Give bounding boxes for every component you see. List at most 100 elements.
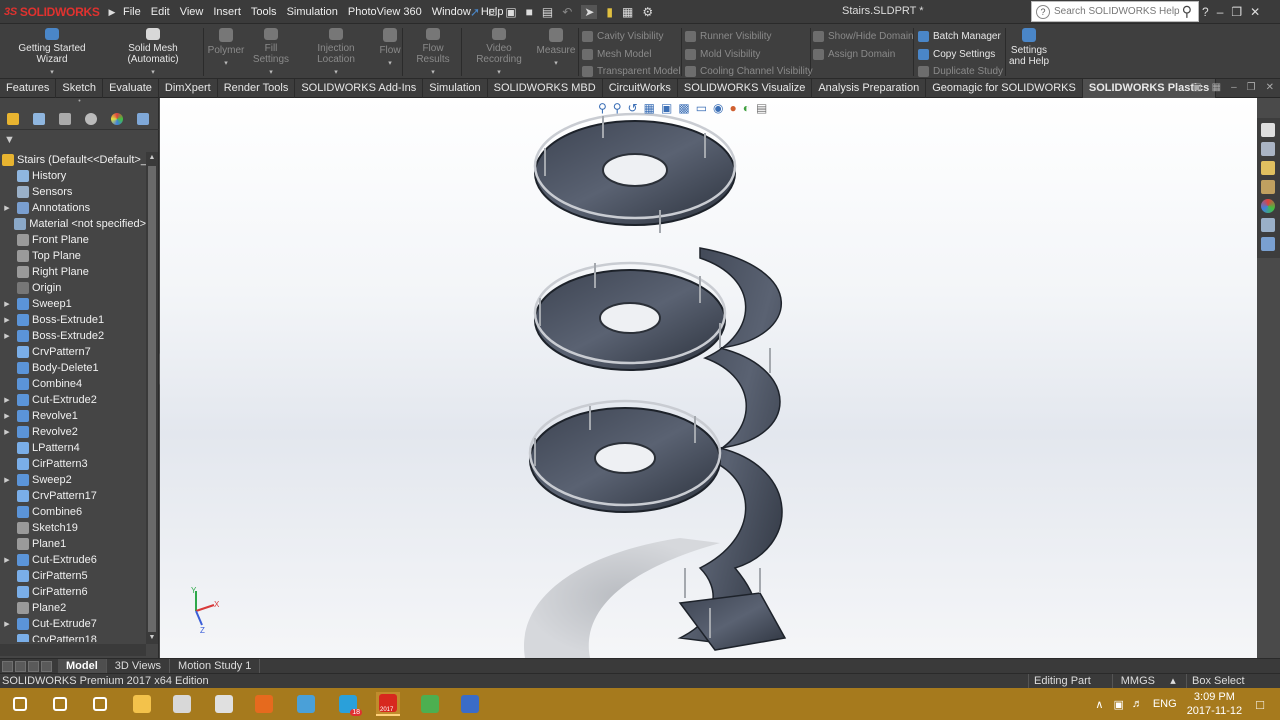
cm-button-measure[interactable]: Measure ▾: [537, 28, 575, 76]
network-icon[interactable]: ▣: [1113, 698, 1123, 711]
cm-button-cavity-visibility[interactable]: Cavity Visibility: [582, 28, 664, 44]
file-properties-icon[interactable]: ▦: [622, 5, 633, 19]
tree-item-cirpattern6[interactable]: CirPattern6: [0, 584, 146, 600]
search-icon[interactable]: ⚲: [1182, 3, 1192, 20]
menu-file[interactable]: File: [118, 6, 146, 18]
tree-item-sensors[interactable]: Sensors: [0, 184, 146, 200]
menu-edit[interactable]: Edit: [146, 6, 175, 18]
tree-item-history[interactable]: History: [0, 168, 146, 184]
dropdown-arrow-icon[interactable]: ▾: [50, 68, 54, 76]
dropdown-arrow-icon[interactable]: ▾: [497, 68, 501, 76]
cm-button-flow-results[interactable]: Flow Results ▾: [405, 28, 461, 76]
unit-system-selector[interactable]: MMGS: [1112, 674, 1160, 689]
tree-item-boss-extrude2[interactable]: ▶ Boss-Extrude2: [0, 328, 146, 344]
view-orientation-icon[interactable]: ▩: [678, 101, 689, 115]
solidworks-logo[interactable]: 3S SOLIDWORKS ▶: [4, 3, 115, 21]
cm-button-assign-domain[interactable]: Assign Domain: [813, 46, 895, 62]
previous-view-icon[interactable]: ↺: [628, 101, 638, 115]
tree-item-combine6[interactable]: Combine6: [0, 504, 146, 520]
select-arrow-icon[interactable]: ➤: [581, 5, 598, 19]
tree-item-plane2[interactable]: Plane2: [0, 600, 146, 616]
apply-scene-icon[interactable]: ◐: [743, 101, 750, 115]
minimize-icon[interactable]: –: [1217, 5, 1224, 19]
view-settings-icon[interactable]: ▤: [756, 101, 767, 115]
cm-button-getting-started-wizard[interactable]: Getting Started Wizard ▾: [2, 28, 102, 76]
next-tab-icon[interactable]: [28, 660, 39, 672]
firefox-icon[interactable]: [252, 692, 276, 716]
section-view-icon[interactable]: ▦: [644, 101, 655, 115]
cm-button-cooling-channel-visibility[interactable]: Cooling Channel Visibility: [685, 63, 813, 79]
tray-expand-icon[interactable]: ∧: [1095, 698, 1103, 711]
tab-evaluate[interactable]: Evaluate: [103, 79, 159, 98]
expand-arrow-icon[interactable]: ▶: [2, 300, 12, 308]
bottom-tab-motion-study-1[interactable]: Motion Study 1: [170, 658, 261, 674]
menu-photoview-360[interactable]: PhotoView 360: [343, 6, 427, 18]
tree-item-crvpattern17[interactable]: CrvPattern17: [0, 488, 146, 504]
selection-mode-status[interactable]: Box Select: [1186, 674, 1280, 689]
solidworks-icon[interactable]: 2017: [376, 692, 400, 716]
expand-arrow-icon[interactable]: ▶: [2, 476, 12, 484]
help-menu-icon[interactable]: ?: [1202, 5, 1209, 19]
file-explorer-pane-icon[interactable]: [1261, 180, 1275, 194]
dropdown-arrow-icon[interactable]: ▾: [334, 68, 338, 76]
help-search-box[interactable]: ? Search SOLIDWORKS Help ⚲: [1031, 1, 1199, 22]
tree-item-sweep2[interactable]: ▶ Sweep2: [0, 472, 146, 488]
logo-menu-arrow-icon[interactable]: ▶: [109, 7, 116, 18]
feature-manager-tab[interactable]: [0, 109, 26, 129]
close-icon[interactable]: ✕: [1250, 5, 1260, 19]
photos-icon[interactable]: [294, 692, 318, 716]
task-view-icon[interactable]: [88, 692, 112, 716]
cm-button-video-recording[interactable]: Video Recording ▾: [463, 28, 535, 76]
zoom-area-icon[interactable]: ⚲: [613, 101, 622, 115]
tree-item-crvpattern7[interactable]: CrvPattern7: [0, 344, 146, 360]
home-icon[interactable]: [1261, 123, 1275, 137]
dropdown-arrow-icon[interactable]: ▾: [554, 59, 558, 67]
cm-button-solid-mesh-automatic-[interactable]: Solid Mesh (Automatic) ▾: [103, 28, 203, 76]
tree-item-origin[interactable]: Origin: [0, 280, 146, 296]
tab-simulation[interactable]: Simulation: [423, 79, 488, 98]
minimize-doc-icon[interactable]: –: [1231, 82, 1237, 93]
cm-button-show-hide-domain[interactable]: Show/Hide Domain: [813, 28, 914, 44]
expand-arrow-icon[interactable]: ▶: [2, 620, 12, 628]
tab-circuitworks[interactable]: CircuitWorks: [603, 79, 678, 98]
tree-item-combine4[interactable]: Combine4: [0, 376, 146, 392]
cm-button-runner-visibility[interactable]: Runner Visibility: [685, 28, 772, 44]
view-icon[interactable]: ▦: [1212, 82, 1221, 93]
tree-item-cut-extrude2[interactable]: ▶ Cut-Extrude2: [0, 392, 146, 408]
custom-properties-icon[interactable]: [1261, 218, 1275, 232]
volume-icon[interactable]: ♬: [1132, 698, 1143, 710]
property-manager-tab[interactable]: [26, 109, 52, 129]
tree-item-plane1[interactable]: Plane1: [0, 536, 146, 552]
tab-geomagic-for-solidworks[interactable]: Geomagic for SOLIDWORKS: [926, 79, 1083, 98]
cm-button-mold-visibility[interactable]: Mold Visibility: [685, 46, 760, 62]
dropdown-arrow-icon[interactable]: ▾: [431, 68, 435, 76]
appearances-icon[interactable]: [1261, 199, 1275, 213]
tree-item-boss-extrude1[interactable]: ▶ Boss-Extrude1: [0, 312, 146, 328]
tab-features[interactable]: Features: [0, 79, 57, 98]
undo-icon[interactable]: ↶: [562, 5, 572, 19]
clock[interactable]: 3:09 PM 2017-11-12: [1187, 690, 1242, 718]
expand-arrow-icon[interactable]: ▶: [2, 204, 12, 212]
graphics-area[interactable]: [160, 98, 1257, 658]
file-explorer-icon[interactable]: [130, 692, 154, 716]
unit-caret-icon[interactable]: ▴: [1160, 674, 1186, 689]
tab-analysis-preparation[interactable]: Analysis Preparation: [812, 79, 927, 98]
print-icon[interactable]: ▤: [542, 5, 553, 19]
dropdown-arrow-icon[interactable]: ▾: [151, 68, 155, 76]
start-icon[interactable]: [8, 692, 32, 716]
app-icon[interactable]: [170, 692, 194, 716]
expand-arrow-icon[interactable]: ▶: [2, 556, 12, 564]
tile-icon[interactable]: ▣: [1192, 82, 1201, 93]
globe-icon[interactable]: [418, 692, 442, 716]
stairs-model-view[interactable]: [160, 98, 1257, 658]
rebuild-icon[interactable]: ▮: [606, 5, 613, 19]
cm-button-injection-location[interactable]: Injection Location ▾: [298, 28, 374, 76]
scroll-down-icon[interactable]: ▼: [147, 633, 157, 643]
tree-item-sweep1[interactable]: ▶ Sweep1: [0, 296, 146, 312]
expand-arrow-icon[interactable]: ▶: [2, 396, 12, 404]
tab-dimxpert[interactable]: DimXpert: [159, 79, 218, 98]
tab-solidworks-add-ins[interactable]: SOLIDWORKS Add-Ins: [295, 79, 424, 98]
cm-button-mesh-model[interactable]: Mesh Model: [582, 46, 651, 62]
filter-icon[interactable]: ▼: [4, 134, 15, 146]
cm-button-batch-manager[interactable]: Batch Manager: [918, 28, 1001, 44]
